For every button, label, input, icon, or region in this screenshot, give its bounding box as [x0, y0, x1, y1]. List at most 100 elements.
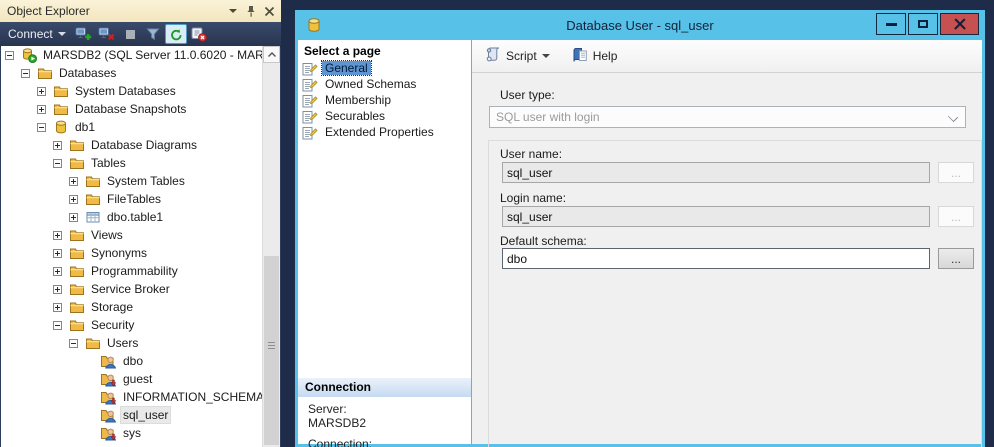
default-schema-input[interactable]: [502, 248, 930, 269]
refresh-icon[interactable]: [165, 24, 187, 44]
object-explorer-tree: MARSDB2 (SQL Server 11.0.6020 - MARSDDat…: [1, 46, 280, 447]
connect-server-icon[interactable]: [73, 24, 95, 44]
close-icon[interactable]: [261, 3, 277, 19]
expand-minus-icon[interactable]: [53, 159, 62, 168]
expand-plus-icon[interactable]: [69, 195, 78, 204]
tree-item[interactable]: System Tables: [1, 172, 280, 190]
page-item-owned-schemas[interactable]: Owned Schemas: [298, 76, 471, 92]
tree-item[interactable]: MARSDB2 (SQL Server 11.0.6020 - MARSD: [1, 46, 280, 64]
page-item-securables[interactable]: Securables: [298, 108, 471, 124]
expand-minus-icon[interactable]: [37, 123, 46, 132]
close-button[interactable]: [940, 13, 979, 35]
tree-item[interactable]: System Databases: [1, 82, 280, 100]
tree-item[interactable]: guest: [1, 370, 280, 388]
script-error-icon[interactable]: [188, 24, 210, 44]
server-icon: [21, 47, 37, 63]
chevron-down-icon: [58, 32, 66, 36]
database-user-dialog: Database User - sql_user Select a page G…: [295, 10, 985, 447]
window-position-icon[interactable]: [225, 3, 241, 19]
expand-plus-icon[interactable]: [53, 285, 62, 294]
expand-plus-icon[interactable]: [53, 249, 62, 258]
user-disabled-icon: [101, 425, 117, 441]
select-a-page-pane: Select a page GeneralOwned SchemasMember…: [298, 40, 472, 444]
tree-item-label: Service Broker: [89, 281, 172, 297]
folder-icon: [69, 155, 85, 171]
select-a-page-header: Select a page: [298, 40, 471, 60]
user-name-input[interactable]: [502, 162, 930, 183]
tree-item[interactable]: Users: [1, 334, 280, 352]
minimize-button[interactable]: [876, 13, 906, 35]
tree-item[interactable]: Storage: [1, 298, 280, 316]
tree-item[interactable]: Database Diagrams: [1, 136, 280, 154]
scroll-up-icon[interactable]: [263, 46, 280, 63]
folder-icon: [53, 83, 69, 99]
stop-icon[interactable]: [119, 24, 141, 44]
tree-scrollbar[interactable]: [262, 46, 280, 447]
page-icon: [302, 109, 318, 124]
tree-item[interactable]: sys: [1, 424, 280, 442]
tree-item[interactable]: INFORMATION_SCHEMA: [1, 388, 280, 406]
tree-item[interactable]: db1: [1, 118, 280, 136]
tree-item[interactable]: sql_user: [1, 406, 280, 424]
expand-minus-icon[interactable]: [21, 69, 30, 78]
tree-item[interactable]: Security: [1, 316, 280, 334]
connect-label: Connect: [8, 27, 53, 41]
expand-plus-icon[interactable]: [69, 213, 78, 222]
folder-icon: [69, 137, 85, 153]
user-fields-group: [488, 140, 982, 447]
disconnect-server-icon[interactable]: [96, 24, 118, 44]
expand-plus-icon[interactable]: [37, 105, 46, 114]
expand-slot: [69, 177, 85, 186]
folder-icon: [85, 173, 101, 189]
tree-item[interactable]: Tables: [1, 154, 280, 172]
folder-icon: [85, 335, 101, 351]
expand-plus-icon[interactable]: [69, 177, 78, 186]
expand-minus-icon[interactable]: [69, 339, 78, 348]
tree-item[interactable]: FileTables: [1, 190, 280, 208]
server-label: Server:: [308, 402, 347, 416]
page-item-general[interactable]: General: [298, 60, 471, 76]
expand-minus-icon[interactable]: [53, 321, 62, 330]
script-scroll-icon: [484, 47, 501, 65]
tree-item[interactable]: Databases: [1, 64, 280, 82]
scrollbar-thumb[interactable]: [264, 256, 279, 445]
chevron-down-icon: [948, 112, 958, 122]
tree-item-label: dbo.table1: [105, 209, 165, 225]
login-name-input[interactable]: [502, 206, 930, 227]
tree-item[interactable]: dbo: [1, 352, 280, 370]
user-disabled-icon: [101, 389, 117, 405]
page-item-membership[interactable]: Membership: [298, 92, 471, 108]
tree-item[interactable]: Views: [1, 226, 280, 244]
tree-item-label: db1: [73, 119, 97, 135]
connect-button[interactable]: Connect: [4, 25, 72, 44]
expand-plus-icon[interactable]: [53, 231, 62, 240]
expand-plus-icon[interactable]: [37, 87, 46, 96]
folder-icon: [69, 317, 85, 333]
object-explorer-titlebar: Object Explorer: [0, 0, 281, 22]
maximize-button[interactable]: [908, 13, 938, 35]
tree-item[interactable]: Programmability: [1, 262, 280, 280]
expand-slot: [37, 123, 53, 132]
expand-plus-icon[interactable]: [53, 267, 62, 276]
pin-icon[interactable]: [243, 3, 259, 19]
expand-plus-icon[interactable]: [53, 303, 62, 312]
help-label: Help: [593, 49, 618, 63]
tree-item[interactable]: dbo.table1: [1, 208, 280, 226]
expand-slot: [53, 231, 69, 240]
user-type-dropdown[interactable]: SQL user with login: [489, 106, 966, 128]
page-item-label: Securables: [322, 109, 388, 123]
filter-icon[interactable]: [142, 24, 164, 44]
tree-item[interactable]: Database Snapshots: [1, 100, 280, 118]
help-button[interactable]: Help: [568, 44, 622, 69]
expand-minus-icon[interactable]: [5, 51, 14, 60]
expand-slot: [69, 339, 85, 348]
page-item-extended-properties[interactable]: Extended Properties: [298, 124, 471, 140]
dialog-titlebar[interactable]: Database User - sql_user: [298, 10, 982, 40]
default-schema-browse-button[interactable]: ...: [938, 248, 974, 269]
script-label: Script: [506, 49, 537, 63]
script-button[interactable]: Script: [480, 44, 554, 68]
tree-item[interactable]: Synonyms: [1, 244, 280, 262]
expand-plus-icon[interactable]: [53, 141, 62, 150]
expand-slot: [5, 51, 21, 60]
tree-item[interactable]: Service Broker: [1, 280, 280, 298]
